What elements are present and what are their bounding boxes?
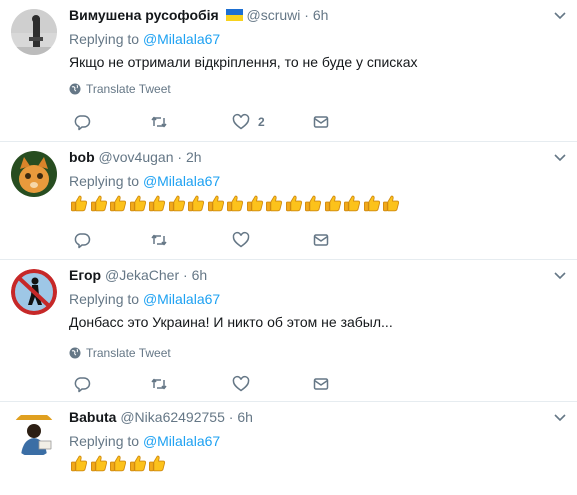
retweet-button[interactable] bbox=[150, 230, 168, 250]
thumbs-up-icon bbox=[90, 195, 107, 212]
chevron-down-icon[interactable] bbox=[553, 150, 567, 164]
like-button[interactable]: 2 bbox=[232, 112, 265, 132]
translate-link[interactable]: Translate Tweet bbox=[69, 82, 171, 96]
reply-button[interactable] bbox=[73, 374, 91, 394]
avatar[interactable] bbox=[11, 411, 57, 457]
replying-to: Replying to @Milalala67 bbox=[69, 31, 221, 47]
display-name[interactable]: bob bbox=[69, 149, 95, 165]
thumbs-up-icon bbox=[109, 195, 127, 212]
replying-to: Replying to @Milalala67 bbox=[69, 433, 221, 449]
thumbs-up-icon bbox=[324, 195, 341, 212]
chevron-down-icon[interactable] bbox=[553, 410, 567, 424]
thumbs-up-emoji-row bbox=[69, 454, 167, 472]
envelope-icon bbox=[313, 116, 329, 128]
replying-to: Replying to @Milalala67 bbox=[69, 173, 221, 189]
tweet-actions bbox=[69, 230, 339, 250]
retweet-icon bbox=[151, 234, 167, 246]
direct-message-button[interactable] bbox=[312, 374, 330, 394]
tweet-text: Якщо не отримали відкріплення, то не буд… bbox=[69, 54, 418, 70]
heart-icon bbox=[232, 375, 250, 392]
thumbs-up-icon bbox=[129, 195, 146, 212]
reply-icon bbox=[74, 377, 91, 393]
retweet-icon bbox=[151, 378, 167, 390]
display-name[interactable]: Егор bbox=[69, 267, 101, 283]
user-handle[interactable]: @scruwi bbox=[247, 7, 301, 23]
reply-icon bbox=[74, 233, 91, 249]
heart-icon bbox=[232, 231, 250, 248]
thumbs-up-icon bbox=[148, 195, 166, 212]
thumbs-up-emoji-row bbox=[69, 194, 401, 212]
avatar[interactable] bbox=[11, 269, 57, 315]
tweet-actions: 2 bbox=[69, 112, 339, 132]
tweet[interactable]: Вимушена русофобія @scruwi · 6h Replying… bbox=[0, 0, 577, 142]
user-handle[interactable]: @vov4ugan bbox=[99, 149, 174, 165]
translate-link[interactable]: Translate Tweet bbox=[69, 346, 171, 360]
thumbs-up-icon bbox=[226, 195, 244, 212]
reply-button[interactable] bbox=[73, 230, 91, 250]
like-count: 2 bbox=[258, 115, 265, 129]
thumbs-up-icon bbox=[285, 195, 302, 212]
tweet[interactable]: Babuta @Nika62492755 · 6h Replying to @M… bbox=[0, 402, 577, 495]
thumbs-up-icon bbox=[207, 195, 224, 212]
thumbs-up-icon bbox=[168, 195, 185, 212]
display-name[interactable]: Вимушена русофобія bbox=[69, 7, 219, 23]
avatar[interactable] bbox=[11, 9, 57, 55]
avatar[interactable] bbox=[11, 151, 57, 197]
tweet-header: Babuta @Nika62492755 · 6h bbox=[69, 409, 253, 425]
thumbs-up-icon bbox=[382, 195, 400, 212]
thumbs-up-icon bbox=[187, 195, 205, 212]
user-handle[interactable]: @JekaCher bbox=[105, 267, 179, 283]
direct-message-button[interactable] bbox=[312, 230, 330, 250]
thumbs-up-icon bbox=[90, 455, 107, 472]
retweet-icon bbox=[151, 116, 167, 128]
mention-link[interactable]: @Milalala67 bbox=[143, 31, 220, 47]
retweet-button[interactable] bbox=[150, 374, 168, 394]
envelope-icon bbox=[313, 234, 329, 246]
tweet[interactable]: bob @vov4ugan · 2h Replying to @Milalala… bbox=[0, 142, 577, 260]
thumbs-up-icon bbox=[70, 455, 88, 472]
timestamp[interactable]: 6h bbox=[313, 7, 329, 23]
mention-link[interactable]: @Milalala67 bbox=[143, 173, 220, 189]
thumbs-up-icon bbox=[70, 195, 88, 212]
mention-link[interactable]: @Milalala67 bbox=[143, 433, 220, 449]
envelope-icon bbox=[313, 378, 329, 390]
tweet[interactable]: Егор @JekaCher · 6h Replying to @Milalal… bbox=[0, 260, 577, 402]
globe-icon bbox=[69, 83, 81, 95]
tweet-actions bbox=[69, 374, 339, 394]
tweet-header: Егор @JekaCher · 6h bbox=[69, 267, 208, 283]
reply-icon bbox=[74, 115, 91, 131]
tweet-header: bob @vov4ugan · 2h bbox=[69, 149, 202, 165]
thumbs-up-icon bbox=[265, 195, 283, 212]
tweet-text: Донбасс это Украина! И никто об этом не … bbox=[69, 314, 393, 330]
ukraine-flag-icon bbox=[225, 9, 243, 21]
heart-icon bbox=[232, 113, 250, 130]
thumbs-up-icon bbox=[363, 195, 380, 212]
direct-message-button[interactable] bbox=[312, 112, 330, 132]
thumbs-up-icon bbox=[109, 455, 127, 472]
timestamp[interactable]: 2h bbox=[186, 149, 202, 165]
globe-icon bbox=[69, 347, 81, 359]
chevron-down-icon[interactable] bbox=[553, 8, 567, 22]
replying-to: Replying to @Milalala67 bbox=[69, 291, 221, 307]
thumbs-up-icon bbox=[148, 455, 166, 472]
mention-link[interactable]: @Milalala67 bbox=[143, 291, 220, 307]
user-handle[interactable]: @Nika62492755 bbox=[120, 409, 225, 425]
retweet-button[interactable] bbox=[150, 112, 168, 132]
thumbs-up-icon bbox=[129, 455, 146, 472]
thumbs-up-icon bbox=[304, 195, 322, 212]
chevron-down-icon[interactable] bbox=[553, 268, 567, 282]
tweet-header: Вимушена русофобія @scruwi · 6h bbox=[69, 7, 329, 23]
thumbs-up-icon bbox=[246, 195, 263, 212]
display-name[interactable]: Babuta bbox=[69, 409, 116, 425]
thumbs-up-icon bbox=[343, 195, 361, 212]
reply-button[interactable] bbox=[73, 112, 91, 132]
timestamp[interactable]: 6h bbox=[237, 409, 253, 425]
timestamp[interactable]: 6h bbox=[192, 267, 208, 283]
like-button[interactable] bbox=[232, 230, 250, 250]
like-button[interactable] bbox=[232, 374, 250, 394]
